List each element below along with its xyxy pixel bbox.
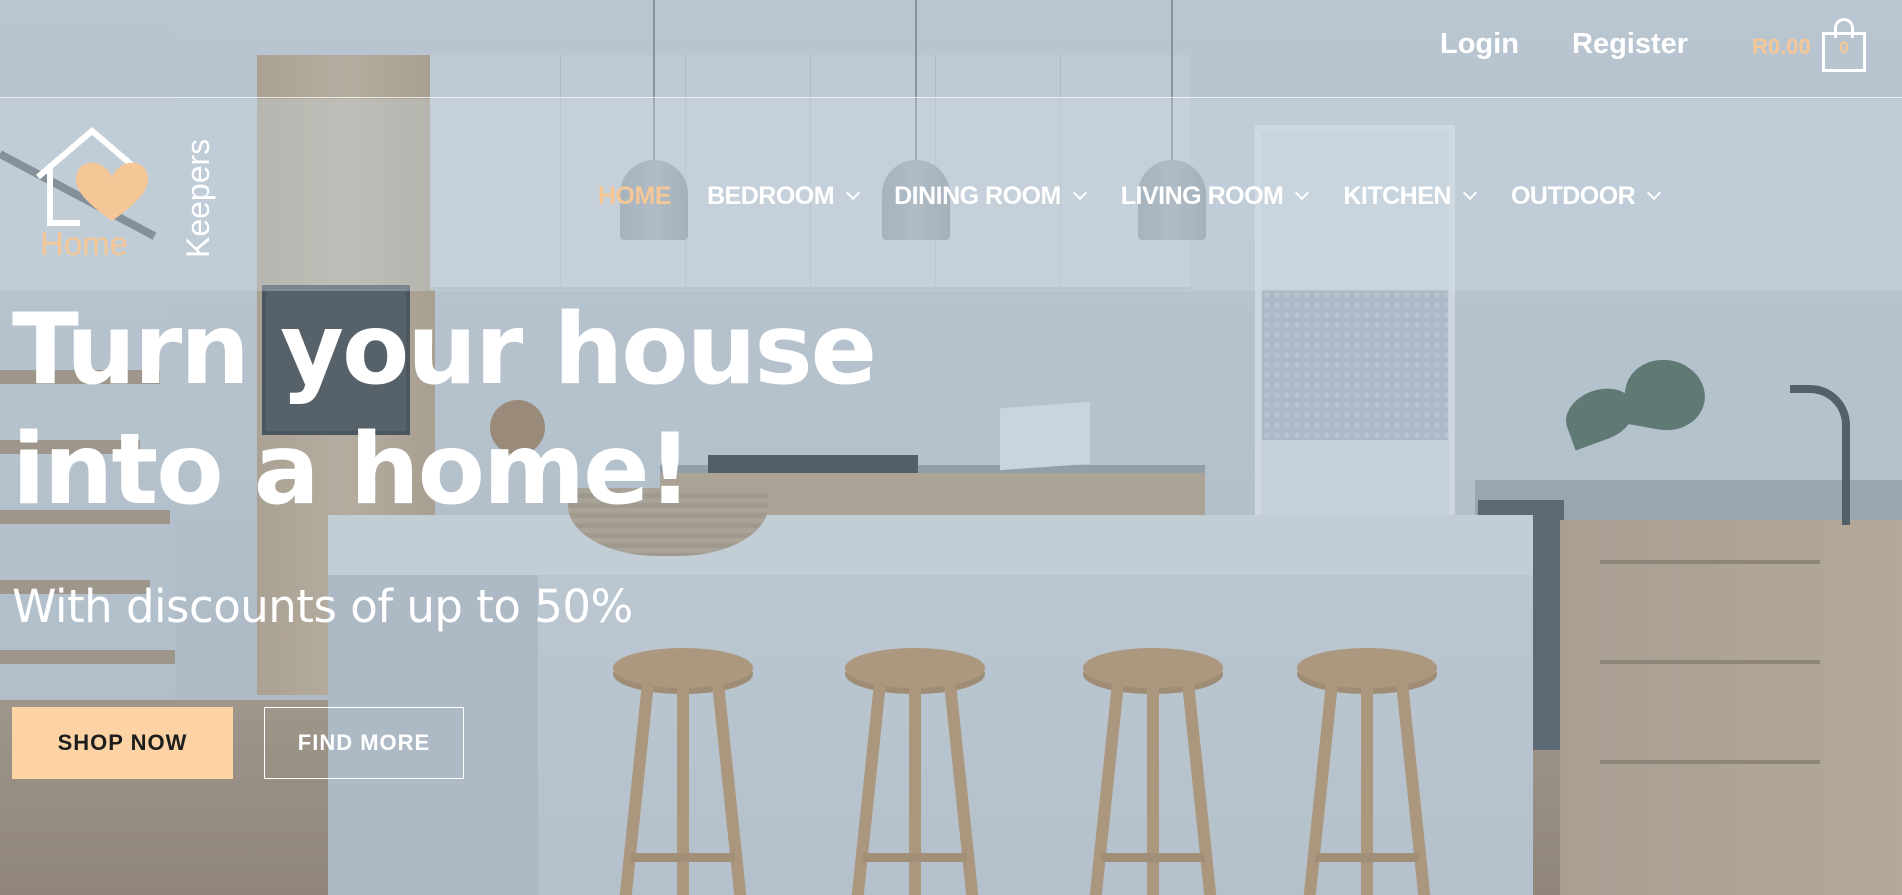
cart-total[interactable]: R0.00 — [1752, 34, 1811, 60]
site-logo[interactable]: Home Keepers — [30, 125, 216, 265]
nav-item-label: HOME — [598, 181, 672, 210]
nav-item-bedroom[interactable]: BEDROOM — [707, 178, 861, 214]
nav-item-dining-room[interactable]: DINING ROOM — [894, 178, 1087, 214]
chevron-down-icon — [1072, 185, 1087, 201]
nav-item-label: OUTDOOR — [1510, 181, 1636, 210]
nav-item-label: BEDROOM — [707, 181, 835, 210]
nav-item-outdoor[interactable]: OUTDOOR — [1510, 178, 1662, 214]
nav-item-home[interactable]: HOME — [598, 178, 672, 214]
hero-title: Turn your house into a home! — [12, 290, 912, 530]
hero-title-line-2: into a home! — [12, 413, 692, 527]
chevron-down-icon — [1295, 185, 1310, 201]
shop-now-button[interactable]: SHOP NOW — [12, 707, 233, 779]
hero-subtitle: With discounts of up to 50% — [12, 580, 633, 633]
cart-count: 0 — [1839, 38, 1849, 57]
nav-item-label: LIVING ROOM — [1120, 181, 1284, 210]
find-more-button[interactable]: FIND MORE — [264, 707, 464, 779]
nav-item-label: DINING ROOM — [894, 181, 1061, 210]
logo-word-home: Home — [40, 225, 129, 262]
register-link[interactable]: Register — [1572, 28, 1688, 61]
house-heart-logo-icon — [36, 127, 148, 226]
nav-item-kitchen[interactable]: KITCHEN — [1343, 178, 1478, 214]
logo-word-keepers: Keepers — [180, 138, 216, 258]
shopping-bag-icon[interactable]: 0 — [1822, 18, 1866, 72]
main-nav: HOME BEDROOM DINING ROOM LIVING ROOM KIT… — [598, 178, 1695, 214]
chevron-down-icon — [845, 185, 861, 201]
nav-item-label: KITCHEN — [1343, 181, 1451, 210]
chevron-down-icon — [1647, 185, 1662, 201]
nav-item-living-room[interactable]: LIVING ROOM — [1120, 178, 1310, 214]
hero-title-line-1: Turn your house — [12, 293, 877, 407]
chevron-down-icon — [1462, 185, 1478, 201]
top-bar: Login Register R0.00 0 — [0, 0, 1902, 98]
login-link[interactable]: Login — [1440, 28, 1519, 61]
